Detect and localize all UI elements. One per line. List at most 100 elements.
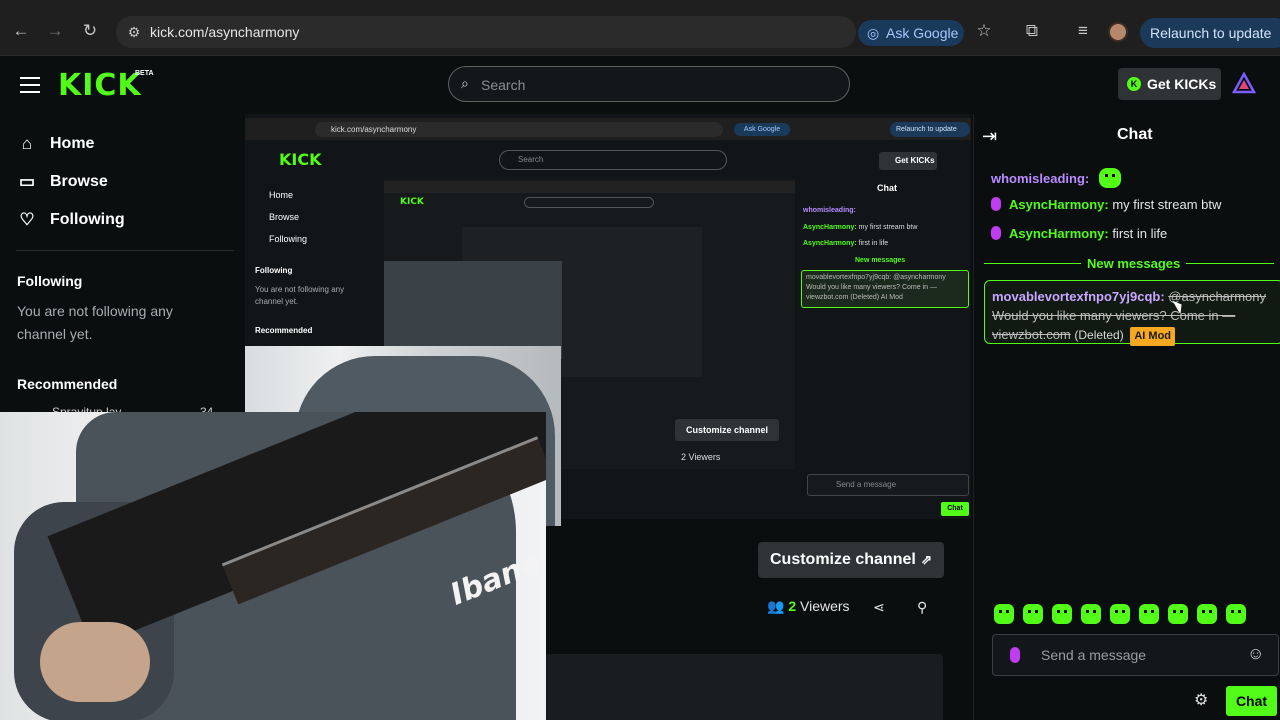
sidebar-item-following[interactable]: ♡ Following: [16, 206, 236, 234]
nested-following-text: You are not following any channel yet.: [255, 285, 345, 306]
follow-user-icon[interactable]: ⚲: [917, 599, 927, 616]
emote-icon[interactable]: [1023, 604, 1043, 624]
nested-new-messages: New messages: [855, 257, 906, 264]
chat-message: AsyncHarmony: first in life: [991, 226, 1167, 241]
user-avatar-icon[interactable]: [1232, 72, 1256, 96]
nested-kick-logo: KICK: [279, 150, 322, 169]
reload-icon[interactable]: ↻: [79, 20, 101, 42]
deep-browser-bar: [384, 181, 795, 193]
deleted-message: movablevortexfnpo7yj9cqb: @asyncharmony …: [984, 280, 1280, 346]
nested-msg-text: first in life: [858, 240, 889, 247]
back-icon[interactable]: ←: [10, 20, 32, 42]
get-kicks-label: Get KICKs: [1147, 76, 1217, 92]
site-info-icon[interactable]: ⚙: [124, 22, 144, 42]
sidebar: ⌂ Home ▭ Browse ♡ Following Following Yo…: [0, 114, 245, 419]
media-controls-icon[interactable]: ≡: [1072, 20, 1094, 42]
emote-icon[interactable]: [1226, 604, 1246, 624]
recommended-heading: Recommended: [17, 376, 118, 392]
ai-mod-badge: AI Mod: [1130, 327, 1176, 346]
nested-chat-title: Chat: [877, 183, 897, 193]
nested-msg-user: whomisleading:: [803, 207, 856, 214]
nested-nav-browse: Browse: [269, 212, 300, 222]
deep-kick-logo: KICK: [400, 197, 424, 207]
nested-ask-google: Ask Google: [734, 123, 790, 136]
chat-username[interactable]: AsyncHarmony:: [1009, 197, 1109, 212]
nested-recommended: Recommended: [255, 326, 313, 335]
search-input[interactable]: ⌕ Search: [448, 66, 850, 102]
following-heading: Following: [17, 273, 83, 289]
chat-username[interactable]: whomisleading:: [991, 171, 1089, 186]
kick-logo[interactable]: KICK: [58, 68, 142, 103]
broadcaster-badge-icon: [991, 197, 1001, 211]
chat-message: whomisleading:: [991, 168, 1121, 188]
emote-icon[interactable]: [1139, 604, 1159, 624]
deleted-mention: @asyncharmony: [1168, 289, 1267, 304]
nested-following-heading: Following: [255, 266, 293, 275]
video-hand: [40, 622, 150, 702]
kick-emote-icon: [1098, 168, 1121, 188]
nested-get-kicks: Get KICKs: [879, 152, 937, 170]
chat-settings-icon[interactable]: ⚙: [1194, 690, 1208, 710]
browse-icon: ▭: [18, 172, 36, 191]
nested-nav-following: Following: [269, 234, 308, 244]
nested-sidebar: Home Browse Following: [255, 184, 375, 250]
following-empty-text: You are not following any channel yet.: [17, 303, 173, 342]
address-bar[interactable]: ⚙ kick.com/asyncharmony: [116, 16, 856, 48]
extensions-icon[interactable]: ⧉: [1021, 20, 1043, 42]
deleted-text: Would you like many viewers? Come in —: [992, 308, 1236, 323]
new-messages-divider[interactable]: New messages: [984, 256, 1274, 271]
emote-icon[interactable]: [1052, 604, 1072, 624]
ask-google-button[interactable]: ◎ Ask Google: [858, 20, 964, 46]
chat-input-placeholder: Send a message: [1041, 647, 1147, 663]
get-kicks-button[interactable]: K Get KICKs: [1118, 68, 1221, 100]
deleted-label: (Deleted): [1074, 328, 1124, 342]
nested-nav-home: Home: [269, 190, 294, 200]
nested-search: Search: [499, 150, 727, 170]
chat-username[interactable]: AsyncHarmony:: [1009, 226, 1109, 241]
external-link-icon: ⇗: [921, 552, 932, 567]
chat-message-text: first in life: [1108, 226, 1168, 241]
bookmark-star-icon[interactable]: ☆: [973, 20, 995, 42]
sidebar-item-browse[interactable]: ▭ Browse: [16, 168, 236, 196]
customize-channel-button[interactable]: Customize channel ⇗: [758, 542, 944, 578]
chat-title: Chat: [1117, 126, 1153, 143]
browser-toolbar: ← → ↻ ⚙ kick.com/asyncharmony ◎ Ask Goog…: [0, 0, 1280, 56]
search-icon: ⌕: [461, 75, 469, 91]
share-icon[interactable]: ⋖: [873, 599, 885, 616]
ask-google-label: Ask Google: [886, 25, 959, 41]
profile-avatar[interactable]: [1108, 22, 1128, 42]
chat-message: AsyncHarmony: my first stream btw: [991, 197, 1221, 212]
nested-deleted-message: movablevortexfnpo7yj9cqb: @asyncharmony …: [801, 270, 969, 308]
emoji-picker-icon[interactable]: ☺: [1247, 644, 1264, 664]
relaunch-button[interactable]: Relaunch to update: [1140, 18, 1280, 48]
emote-icon[interactable]: [1081, 604, 1101, 624]
emote-bar: [994, 604, 1280, 628]
menu-icon[interactable]: [20, 77, 40, 93]
sidebar-item-label: Browse: [50, 173, 108, 190]
sidebar-item-home[interactable]: ⌂ Home: [16, 130, 236, 158]
sidebar-divider: [16, 250, 234, 251]
chat-message-input[interactable]: Send a message ☺: [992, 634, 1279, 676]
emote-icon[interactable]: [1168, 604, 1188, 624]
emote-icon[interactable]: [994, 604, 1014, 624]
collapse-chat-icon[interactable]: ⇥: [982, 126, 997, 147]
viewer-label: Viewers: [800, 598, 850, 614]
new-messages-label: New messages: [1081, 256, 1187, 271]
sidebar-item-label: Following: [50, 211, 125, 228]
forward-icon[interactable]: →: [44, 20, 66, 42]
nested-send-box: Send a message: [807, 474, 969, 496]
send-chat-button[interactable]: Chat: [1226, 686, 1277, 716]
viewers-icon: 👥: [767, 598, 785, 614]
broadcaster-badge-icon: [1010, 647, 1020, 663]
viewer-number: 2: [788, 598, 797, 614]
chat-username[interactable]: movablevortexfnpo7yj9cqb:: [992, 289, 1165, 304]
emote-icon[interactable]: [1197, 604, 1217, 624]
emote-icon[interactable]: [1110, 604, 1130, 624]
kicks-coin-icon: K: [1127, 77, 1141, 91]
chat-header: ⇥ Chat: [974, 114, 1280, 156]
nested-url: kick.com/asyncharmony: [315, 122, 723, 137]
home-icon: ⌂: [21, 134, 33, 153]
about-panel: [545, 654, 943, 720]
nested-chat: Chat whomisleading: AsyncHarmony: my fir…: [795, 178, 971, 519]
broadcaster-badge-icon: [991, 226, 1001, 240]
